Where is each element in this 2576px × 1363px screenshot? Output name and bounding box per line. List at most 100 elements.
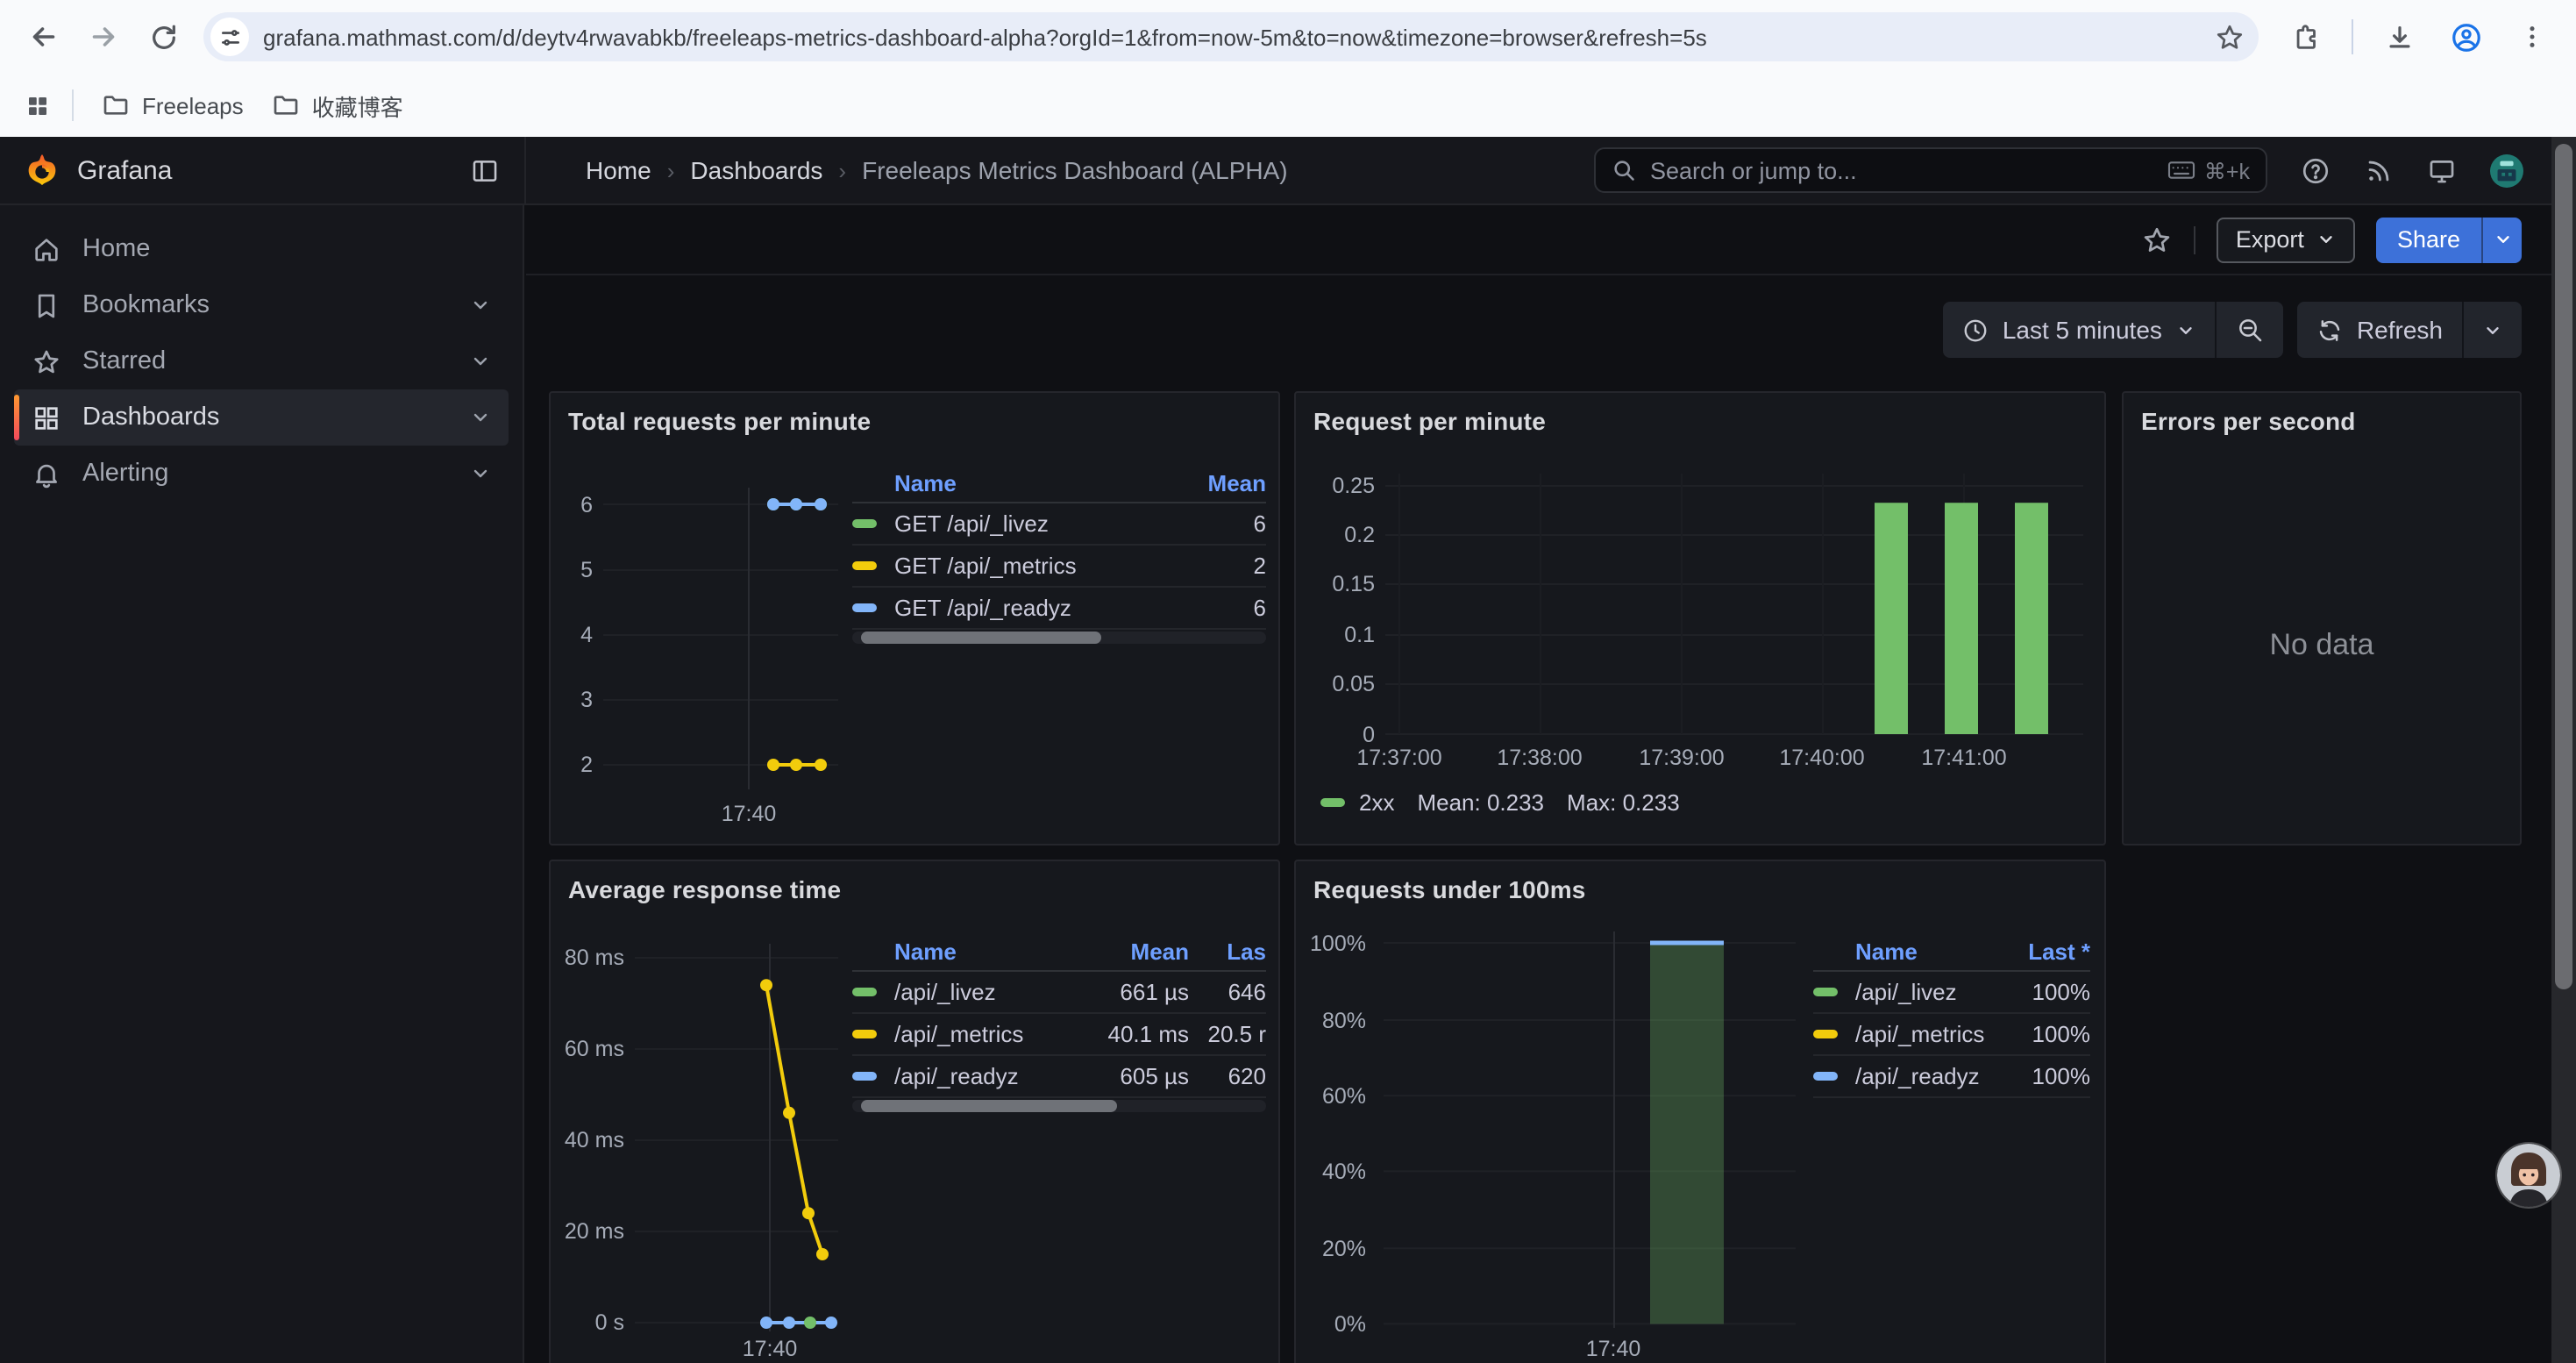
zoom-out-button[interactable] — [2215, 302, 2283, 358]
bookmark-folder-freeleaps[interactable]: Freeleaps — [88, 84, 258, 126]
panel-title[interactable]: Request per minute — [1313, 407, 1546, 435]
grafana-app: Grafana Home › Dashboards › Freeleaps Me… — [0, 137, 2576, 1363]
series-last: 100% — [2003, 979, 2090, 1005]
display-button[interactable] — [2427, 155, 2457, 185]
sidebar-item-bookmarks[interactable]: Bookmarks — [14, 277, 509, 333]
screen: grafana.mathmast.com/d/deytv4rwavabkb/fr… — [0, 0, 2576, 1363]
bookmark-star-button[interactable] — [2215, 22, 2245, 52]
downloads-button[interactable] — [2369, 7, 2429, 67]
reload-button[interactable] — [133, 7, 193, 67]
sidebar-item-dashboards[interactable]: Dashboards — [14, 389, 509, 446]
series-mean: 2 — [1196, 553, 1266, 579]
share-split-button: Share — [2376, 217, 2522, 262]
extensions-button[interactable] — [2276, 7, 2336, 67]
col-name[interactable]: Name — [894, 469, 1196, 496]
series-swatch — [852, 1030, 877, 1038]
breadcrumb-dashboards[interactable]: Dashboards — [690, 156, 822, 184]
forward-button[interactable] — [74, 7, 133, 67]
sidebar-toggle-button[interactable] — [470, 155, 500, 185]
share-button[interactable]: Share — [2376, 217, 2481, 262]
x-tick: 17:41:00 — [1921, 746, 2006, 770]
url-bar[interactable]: grafana.mathmast.com/d/deytv4rwavabkb/fr… — [203, 12, 2259, 61]
share-menu-button[interactable] — [2481, 217, 2522, 262]
legend-row[interactable]: GET /api/_metrics 2 — [852, 546, 1266, 588]
y-tick: 0.25 — [1296, 474, 1375, 498]
time-range-group: Last 5 minutes — [1943, 302, 2283, 358]
search-placeholder: Search or jump to... — [1650, 157, 2153, 183]
series-name: GET /api/_livez — [894, 510, 1196, 537]
dashboard-content: Export Share Last 5 mi — [526, 205, 2551, 1363]
site-info-button[interactable] — [210, 18, 249, 56]
legend-header: Name Mean — [852, 463, 1266, 503]
panel-requests-under-100ms: Requests under 100ms 100% 80% 60% 40% 20… — [1294, 860, 2106, 1363]
help-icon — [2301, 155, 2330, 185]
chevron-down-icon[interactable] — [470, 407, 491, 428]
floating-assistant-avatar[interactable] — [2497, 1144, 2560, 1207]
series-swatch — [1813, 988, 1838, 996]
bookmark-folder-blogs[interactable]: 收藏博客 — [258, 82, 417, 129]
apps-grid-button[interactable] — [18, 92, 58, 118]
legend-row[interactable]: /api/_livez 661 µs 646 — [852, 972, 1266, 1014]
x-tick: 17:38:00 — [1497, 746, 1582, 770]
zoom-out-icon — [2236, 316, 2264, 344]
time-range-picker[interactable]: Last 5 minutes — [1943, 302, 2215, 358]
export-button[interactable]: Export — [2217, 217, 2355, 262]
y-tick: 0 — [1296, 722, 1375, 746]
refresh-button[interactable]: Refresh — [2297, 302, 2462, 358]
legend-scrollbar[interactable] — [852, 1100, 1266, 1112]
profile-button[interactable] — [2436, 7, 2495, 67]
favorite-dashboard-button[interactable] — [2141, 224, 2173, 255]
y-tick: 60% — [1296, 1083, 1366, 1108]
col-mean[interactable]: Mean — [1196, 469, 1266, 496]
x-tick: 17:39:00 — [1639, 746, 1724, 770]
y-tick: 2 — [554, 753, 593, 777]
legend-row[interactable]: /api/_metrics 40.1 ms 20.5 r — [852, 1014, 1266, 1056]
legend-row[interactable]: GET /api/_readyz 6 — [852, 588, 1266, 630]
series-name: /api/_livez — [894, 979, 1077, 1005]
legend-row[interactable]: /api/_metrics 100% — [1813, 1014, 2090, 1056]
sidebar-item-alerting[interactable]: Alerting — [14, 446, 509, 502]
chevron-down-icon[interactable] — [470, 351, 491, 372]
scrollbar-thumb[interactable] — [2555, 144, 2572, 989]
chevron-down-icon[interactable] — [470, 295, 491, 316]
search-shortcut: ⌘+k — [2167, 157, 2250, 183]
y-tick: 5 — [554, 558, 593, 582]
browser-menu-button[interactable] — [2502, 7, 2562, 67]
sidebar-item-starred[interactable]: Starred — [14, 333, 509, 389]
breadcrumb-home[interactable]: Home — [586, 156, 651, 184]
legend-row[interactable]: /api/_readyz 100% — [1813, 1056, 2090, 1098]
panel-title[interactable]: Average response time — [568, 875, 841, 903]
col-name[interactable]: Name — [894, 938, 1077, 964]
legend-row[interactable]: GET /api/_livez 6 — [852, 503, 1266, 546]
col-last[interactable]: Las — [1189, 938, 1266, 964]
series-name: /api/_livez — [1855, 979, 2003, 1005]
y-tick: 60 ms — [551, 1037, 624, 1061]
series-last: 20.5 r — [1189, 1021, 1266, 1047]
panel-title[interactable]: Requests under 100ms — [1313, 875, 1586, 903]
col-name[interactable]: Name — [1855, 938, 2003, 964]
col-mean[interactable]: Mean — [1077, 938, 1189, 964]
bell-icon — [32, 459, 61, 489]
user-avatar[interactable] — [2490, 153, 2523, 187]
col-last[interactable]: Last * — [2003, 938, 2090, 964]
legend-item-2xx[interactable]: 2xx — [1320, 789, 1394, 816]
search-input[interactable]: Search or jump to... ⌘+k — [1594, 147, 2267, 193]
y-tick: 0.05 — [1296, 672, 1375, 696]
sidebar-item-home[interactable]: Home — [14, 221, 509, 277]
refresh-interval-button[interactable] — [2462, 302, 2522, 358]
series-name: /api/_metrics — [894, 1021, 1077, 1047]
legend-row[interactable]: /api/_livez 100% — [1813, 972, 2090, 1014]
legend-header: Name Mean Las — [852, 931, 1266, 972]
back-button[interactable] — [14, 7, 74, 67]
chevron-down-icon[interactable] — [470, 463, 491, 484]
legend-scrollbar[interactable] — [852, 632, 1266, 644]
news-button[interactable] — [2364, 155, 2394, 185]
browser-actions — [2276, 7, 2562, 67]
legend-table: Name Last * /api/_livez 100% /api/_metri… — [1813, 931, 2090, 1098]
panel-request-per-minute: Request per minute 0.25 0.2 — [1294, 391, 2106, 846]
legend-row[interactable]: /api/_readyz 605 µs 620 — [852, 1056, 1266, 1098]
help-button[interactable] — [2301, 155, 2330, 185]
reload-icon — [148, 22, 178, 52]
series-last: 100% — [2003, 1063, 2090, 1089]
panel-title[interactable]: Total requests per minute — [568, 407, 871, 435]
